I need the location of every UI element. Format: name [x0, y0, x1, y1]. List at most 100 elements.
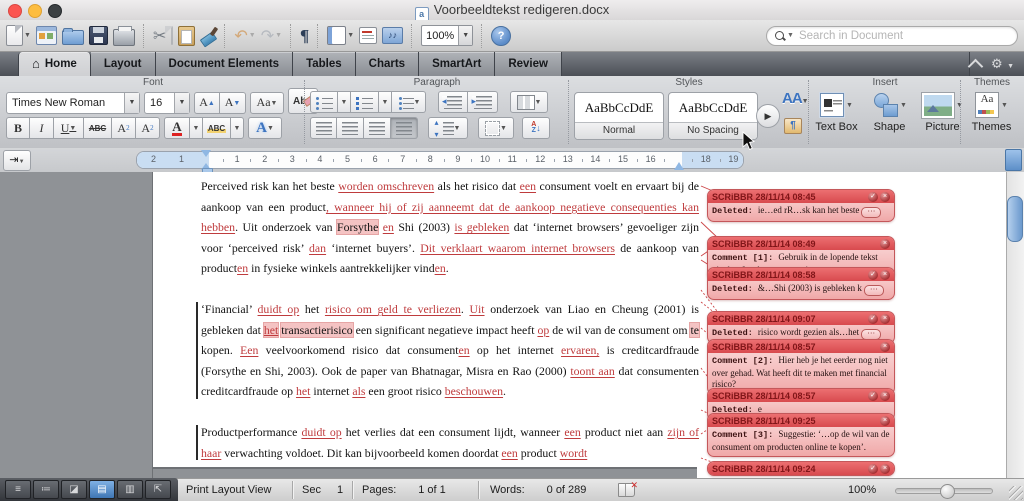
tab-smartart[interactable]: SmartArt	[419, 52, 495, 76]
copy-button[interactable]	[171, 24, 173, 48]
italic-button[interactable]: I	[30, 117, 54, 139]
align-left-button[interactable]	[310, 117, 337, 139]
ribbon-settings-button[interactable]: ⚙ ▼	[991, 55, 1014, 73]
highlight-button[interactable]: ABC	[203, 117, 231, 139]
tab-home[interactable]: ⌂Home	[18, 52, 91, 76]
show-styles-button[interactable]	[359, 24, 377, 48]
superscript-button[interactable]: A2	[112, 117, 136, 139]
tab-stop-selector[interactable]: ⇥▼	[3, 150, 31, 171]
insert-text-box-button[interactable]: ▼Text Box	[812, 92, 861, 133]
text-effects-button[interactable]: A ▼	[248, 117, 282, 139]
collapse-ribbon-icon[interactable]	[968, 58, 984, 74]
show-more-button[interactable]: ···	[861, 207, 881, 218]
borders-button[interactable]: ▼	[478, 117, 514, 139]
tab-charts[interactable]: Charts	[356, 52, 419, 76]
sidebar-button[interactable]	[1005, 149, 1022, 171]
accept-change-icon[interactable]: ✓	[868, 391, 878, 401]
change-case-button[interactable]: Aa ▼	[250, 92, 284, 114]
undo-button[interactable]: ↶▼	[234, 24, 255, 48]
multilevel-list-button[interactable]: ▼	[392, 91, 426, 113]
subscript-button[interactable]: A2	[136, 117, 160, 139]
shrink-font-button[interactable]: A▼	[220, 92, 246, 114]
search-field[interactable]: ▼	[766, 26, 1018, 46]
columns-button[interactable]: ▼	[510, 91, 548, 113]
layout-view-button[interactable]: ▼	[327, 24, 354, 48]
publishing-layout-button[interactable]: ◪	[61, 480, 87, 499]
line-spacing-button[interactable]: ▼	[428, 117, 468, 139]
strikethrough-button[interactable]: ABC	[84, 117, 112, 139]
window-resize-grip[interactable]	[1009, 486, 1023, 500]
align-center-button[interactable]	[337, 117, 364, 139]
accept-change-icon[interactable]: ✓	[868, 314, 878, 324]
search-input[interactable]	[797, 29, 1009, 43]
open-button[interactable]	[62, 24, 84, 48]
print-layout-button[interactable]: ▤	[89, 480, 115, 499]
tab-document-elements[interactable]: Document Elements	[156, 52, 294, 76]
show-gallery-button[interactable]	[36, 24, 57, 48]
close-comment-icon[interactable]: ×	[880, 192, 890, 202]
section-indicator[interactable]: Sec 1	[302, 479, 343, 501]
manage-styles-button[interactable]: ¶	[784, 118, 802, 134]
redo-button[interactable]: ↷▼	[261, 24, 282, 48]
format-painter-button[interactable]	[200, 24, 216, 48]
help-button[interactable]: ?	[491, 24, 511, 48]
words-indicator[interactable]: Words: 0 of 289	[490, 479, 586, 501]
accept-change-icon[interactable]: ✓	[868, 192, 878, 202]
vertical-scrollbar[interactable]	[1006, 172, 1024, 478]
show-more-button[interactable]: ···	[864, 285, 884, 296]
grow-font-button[interactable]: A▲	[194, 92, 220, 114]
themes-button[interactable]: Aa▼ Themes	[967, 92, 1016, 133]
print-button[interactable]	[113, 24, 135, 48]
style-card-normal[interactable]: AaBbCcDdENormal	[574, 92, 664, 140]
bold-button[interactable]: B	[6, 117, 30, 139]
fullscreen-button[interactable]: ⇱	[145, 480, 171, 499]
tab-review[interactable]: Review	[495, 52, 562, 76]
insert-shape-button[interactable]: ▼Shape	[865, 92, 914, 133]
spelling-status-button[interactable]	[618, 479, 635, 501]
comment-bubble-7[interactable]: SCRiBBR 28/11/14 09:25×Comment [3]: Sugg…	[707, 413, 895, 457]
accept-change-icon[interactable]: ✓	[868, 464, 878, 474]
tab-layout[interactable]: Layout	[91, 52, 156, 76]
show-invisibles-button[interactable]: ¶	[300, 24, 309, 48]
view-mode-label[interactable]: Print Layout View	[186, 479, 271, 501]
bullets-menu-button[interactable]: ▼	[338, 91, 351, 113]
media-browser-button[interactable]: ♪♪	[382, 24, 403, 48]
align-right-button[interactable]	[364, 117, 391, 139]
cut-button[interactable]: ✂	[153, 24, 166, 48]
document-page[interactable]: Perceived risk kan het beste worden omsc…	[152, 172, 1007, 478]
close-comment-icon[interactable]: ×	[880, 342, 890, 352]
paste-button[interactable]	[178, 24, 195, 48]
increase-indent-button[interactable]	[468, 91, 498, 113]
font-color-button[interactable]: A	[164, 117, 190, 139]
comment-bubble-8[interactable]: SCRiBBR 28/11/14 09:24✓×	[707, 461, 895, 476]
comment-bubble-1[interactable]: SCRiBBR 28/11/14 08:45✓×Deleted: ie…ed r…	[707, 189, 895, 222]
new-document-button[interactable]: ▼	[6, 24, 31, 48]
save-button[interactable]	[89, 24, 108, 48]
notebook-layout-button[interactable]: ▥	[117, 480, 143, 499]
font-family-select[interactable]: Times New Roman ▼	[6, 92, 140, 114]
numbering-menu-button[interactable]: ▼	[379, 91, 392, 113]
font-size-select[interactable]: 16 ▼	[144, 92, 190, 114]
zoom-slider-knob[interactable]	[940, 484, 955, 499]
more-styles-button[interactable]: ▶	[756, 104, 780, 128]
justify-button[interactable]	[391, 117, 418, 139]
close-comment-icon[interactable]: ×	[880, 416, 890, 426]
sort-button[interactable]: AZ↓	[522, 117, 550, 139]
right-indent-marker[interactable]	[674, 157, 684, 170]
close-comment-icon[interactable]: ×	[880, 464, 890, 474]
draft-view-button[interactable]: ≡	[5, 480, 31, 499]
change-styles-button[interactable]: AA▼	[782, 90, 809, 108]
tab-tables[interactable]: Tables	[293, 52, 356, 76]
close-comment-icon[interactable]: ×	[880, 270, 890, 280]
zoom-select[interactable]: 100% ▼	[421, 25, 473, 46]
underline-button[interactable]: U ▼	[54, 117, 84, 139]
close-comment-icon[interactable]: ×	[880, 239, 890, 249]
accept-change-icon[interactable]: ✓	[868, 270, 878, 280]
close-comment-icon[interactable]: ×	[880, 391, 890, 401]
font-color-menu-button[interactable]: ▼	[190, 117, 203, 139]
scrollbar-thumb[interactable]	[1007, 196, 1023, 242]
pages-indicator[interactable]: Pages: 1 of 1	[362, 479, 446, 501]
close-comment-icon[interactable]: ×	[880, 314, 890, 324]
numbering-button[interactable]	[351, 91, 379, 113]
zoom-slider[interactable]	[895, 488, 993, 494]
